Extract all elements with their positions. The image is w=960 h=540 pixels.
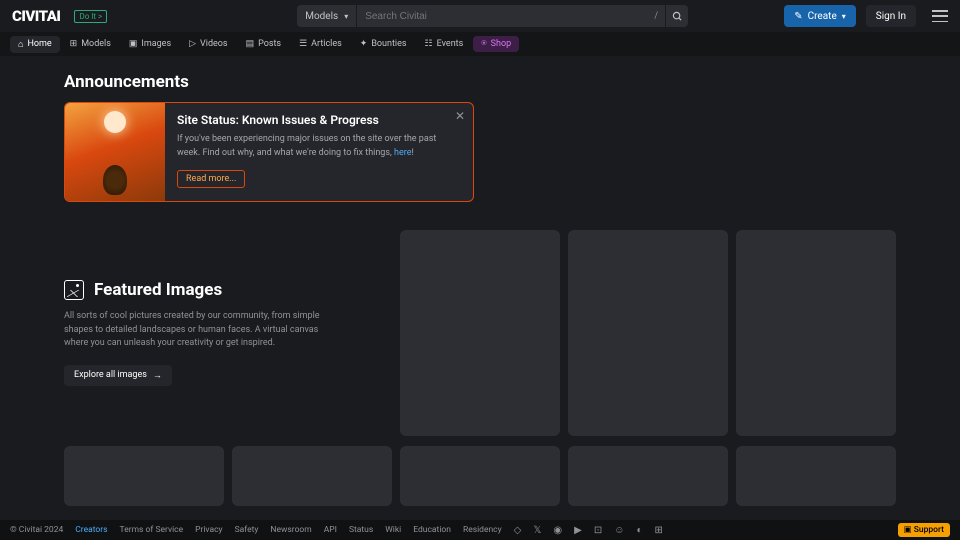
nav-bounties[interactable]: ✦Bounties <box>352 36 415 52</box>
close-icon[interactable]: ✕ <box>455 109 465 123</box>
pencil-icon: ✎ <box>794 11 802 22</box>
footer-link-creators[interactable]: Creators <box>75 525 107 535</box>
image-tile[interactable] <box>568 230 728 436</box>
featured-title: Featured Images <box>94 280 222 300</box>
image-tile[interactable] <box>736 230 896 436</box>
nav-articles[interactable]: ☰ Articles <box>291 36 350 52</box>
youtube-icon[interactable]: ▶ <box>574 525 582 536</box>
explore-label: Explore all images <box>74 370 147 380</box>
nav-label: Posts <box>258 39 281 49</box>
featured-intro: Featured Images All sorts of cool pictur… <box>64 230 380 436</box>
nav-videos[interactable]: ▷ Videos <box>181 36 235 52</box>
announcement-text: If you've been experiencing major issues… <box>177 133 461 160</box>
events-icon: ☷ <box>425 39 433 49</box>
main-nav: ⌂ Home ⊞Models ▣Images ▷ Videos ▤Posts ☰ Ar… <box>0 32 960 56</box>
nav-label: Bounties <box>371 39 406 49</box>
nav-events[interactable]: ☷ Events <box>417 36 472 52</box>
announcements-heading: Announcements <box>64 72 896 92</box>
chevron-down-icon: ▾ <box>842 12 846 21</box>
nav-label: Articles <box>311 39 342 49</box>
search-bar: Models ▾ / <box>297 5 688 27</box>
chevron-down-icon: ▾ <box>344 12 348 21</box>
announcement-body: Site Status: Known Issues & Progress If … <box>165 103 473 201</box>
footer-link-status[interactable]: Status <box>349 525 373 535</box>
rss-icon[interactable]: ⊞ <box>654 525 662 536</box>
announcement-card[interactable]: Site Status: Known Issues & Progress If … <box>64 102 474 202</box>
search-category-label: Models <box>305 11 338 22</box>
main-content: Announcements Site Status: Known Issues … <box>0 56 960 520</box>
search-input[interactable] <box>357 5 647 27</box>
image-tile[interactable] <box>400 230 560 436</box>
models-icon: ⊞ <box>70 39 78 49</box>
nav-label: Videos <box>200 39 228 49</box>
footer-link-education[interactable]: Education <box>413 525 451 535</box>
top-header: CIVITAI Do It > Models ▾ / ✎ Create ▾ Si… <box>0 0 960 32</box>
footer-link-tos[interactable]: Terms of Service <box>120 525 184 535</box>
copyright: © Civitai 2024 <box>10 525 63 535</box>
images-icon: ▣ <box>129 39 138 49</box>
explore-all-button[interactable]: Explore all images → <box>64 365 172 386</box>
slash-hint: / <box>647 5 665 27</box>
image-icon <box>64 280 84 300</box>
footer-link-wiki[interactable]: Wiki <box>385 525 401 535</box>
featured-grid <box>400 230 896 436</box>
footer-link-residency[interactable]: Residency <box>463 525 502 535</box>
image-tile[interactable] <box>736 446 896 506</box>
posts-icon: ▤ <box>246 39 255 49</box>
shop-icon: ⍟ <box>481 39 486 49</box>
create-button[interactable]: ✎ Create ▾ <box>784 5 856 27</box>
nav-label: Home <box>27 39 51 49</box>
search-icon <box>672 11 683 22</box>
nav-label: Images <box>141 39 171 49</box>
instagram-icon[interactable]: ◉ <box>553 525 562 536</box>
logo-badge[interactable]: Do It > <box>74 10 107 23</box>
nav-posts[interactable]: ▤Posts <box>238 36 290 52</box>
bounties-icon: ✦ <box>360 39 368 49</box>
videos-icon: ▷ <box>189 39 196 49</box>
reddit-icon[interactable]: ☺ <box>614 525 624 536</box>
home-icon: ⌂ <box>18 39 23 50</box>
footer-link-safety[interactable]: Safety <box>235 525 259 535</box>
articles-icon: ☰ <box>299 39 307 49</box>
footer-link-newsroom[interactable]: Newsroom <box>270 525 311 535</box>
announcement-title: Site Status: Known Issues & Progress <box>177 113 461 127</box>
nav-label: Models <box>81 39 111 49</box>
featured-section: Featured Images All sorts of cool pictur… <box>64 230 896 436</box>
create-label: Create <box>808 11 837 22</box>
nav-images[interactable]: ▣Images <box>121 36 179 52</box>
menu-button[interactable] <box>932 10 948 22</box>
announcement-image <box>65 103 165 201</box>
support-button[interactable]: ▣ Support <box>898 523 950 537</box>
image-tile[interactable] <box>64 446 224 506</box>
search-button[interactable] <box>666 5 688 27</box>
image-tile[interactable] <box>568 446 728 506</box>
featured-description: All sorts of cool pictures created by ou… <box>64 310 324 351</box>
nav-models[interactable]: ⊞Models <box>62 36 119 52</box>
featured-grid-row2 <box>64 446 896 506</box>
twitch-icon[interactable]: ⊡ <box>594 525 602 536</box>
search-category-select[interactable]: Models ▾ <box>297 5 357 27</box>
announcement-link[interactable]: here <box>394 148 411 158</box>
nav-label: Events <box>437 39 464 49</box>
github-icon[interactable]: ◐ <box>636 525 642 536</box>
footer: © Civitai 2024 Creators Terms of Service… <box>0 520 960 540</box>
footer-link-api[interactable]: API <box>324 525 337 535</box>
logo[interactable]: CIVITAI <box>12 7 60 25</box>
image-tile[interactable] <box>400 446 560 506</box>
footer-link-privacy[interactable]: Privacy <box>195 525 222 535</box>
arrow-right-icon: → <box>153 370 162 381</box>
read-more-button[interactable]: Read more... <box>177 170 245 188</box>
image-tile[interactable] <box>232 446 392 506</box>
discord-icon[interactable]: ◇ <box>514 525 522 536</box>
nav-home[interactable]: ⌂ Home <box>10 36 60 53</box>
nav-label: Shop <box>491 39 512 49</box>
nav-shop[interactable]: ⍟ Shop <box>473 36 519 52</box>
signin-button[interactable]: Sign In <box>866 5 916 27</box>
x-icon[interactable]: 𝕏 <box>533 525 541 536</box>
